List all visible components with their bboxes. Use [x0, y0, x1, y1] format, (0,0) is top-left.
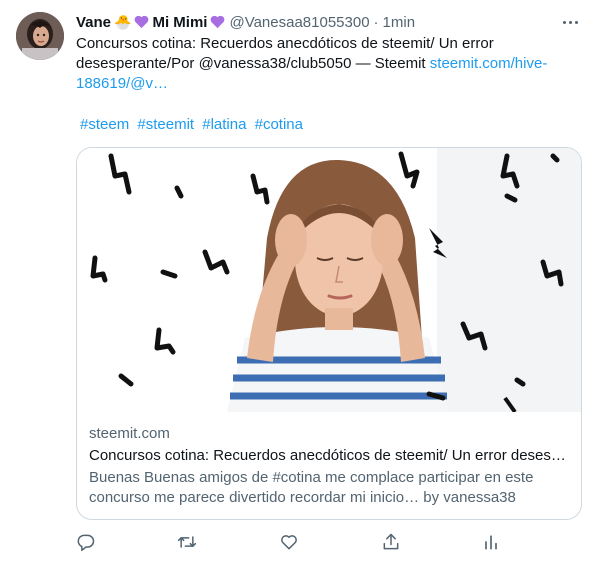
- like-button[interactable]: [279, 532, 299, 552]
- reply-button[interactable]: [76, 532, 96, 552]
- purple-heart-icon: [211, 15, 225, 29]
- analytics-button[interactable]: [481, 532, 501, 552]
- timestamp[interactable]: 1min: [383, 14, 416, 31]
- avatar[interactable]: [16, 12, 64, 60]
- hashtag-steemit[interactable]: #steemit: [137, 116, 194, 133]
- purple-heart-icon: [135, 15, 149, 29]
- retweet-button[interactable]: [177, 532, 197, 552]
- separator-dot: ·: [373, 13, 379, 31]
- analytics-icon: [485, 535, 497, 550]
- stressed-woman-illustration: [77, 148, 581, 412]
- tweet-header: Vane 🐣 Mi Mimi @Vanesaa81055300 · 1min: [76, 12, 415, 32]
- card-title[interactable]: Concursos cotina: Recuerdos anecdóticos …: [89, 446, 571, 466]
- share-button[interactable]: [381, 532, 401, 552]
- tweet-text: Concursos cotina: Recuerdos anecdóticos …: [76, 34, 576, 94]
- hashtag-steem[interactable]: #steem: [80, 116, 129, 133]
- more-dot-icon: [562, 20, 566, 24]
- display-name-text: Vane: [76, 13, 112, 31]
- display-name[interactable]: Vane 🐣 Mi Mimi: [76, 14, 225, 31]
- tweet[interactable]: Vane 🐣 Mi Mimi @Vanesaa81055300 · 1min C…: [0, 0, 598, 564]
- retweet-icon: [177, 536, 197, 548]
- card-description: Buenas Buenas amigos de #cotina me compl…: [89, 469, 534, 506]
- card-domain: steemit.com: [89, 425, 170, 442]
- user-handle[interactable]: @Vanesaa81055300: [229, 14, 369, 31]
- card-body: steemit.com Concursos cotina: Recuerdos …: [89, 424, 571, 508]
- card-image: [77, 148, 581, 412]
- like-icon: [281, 535, 297, 550]
- link-preview-card[interactable]: steemit.com Concursos cotina: Recuerdos …: [76, 147, 582, 520]
- chick-emoji: 🐣: [114, 14, 132, 30]
- reply-icon: [77, 534, 95, 552]
- hashtag-list: #steem #steemit #latina #cotina: [80, 115, 307, 135]
- more-dot-icon: [574, 20, 578, 24]
- tweet-actions: [76, 532, 516, 554]
- display-name-suffix: Mi Mimi: [152, 13, 208, 31]
- share-icon: [383, 533, 399, 550]
- more-options-button[interactable]: [558, 10, 582, 34]
- more-dot-icon: [568, 20, 572, 24]
- hashtag-latina[interactable]: #latina: [202, 116, 246, 133]
- hashtag-cotina[interactable]: #cotina: [255, 116, 303, 133]
